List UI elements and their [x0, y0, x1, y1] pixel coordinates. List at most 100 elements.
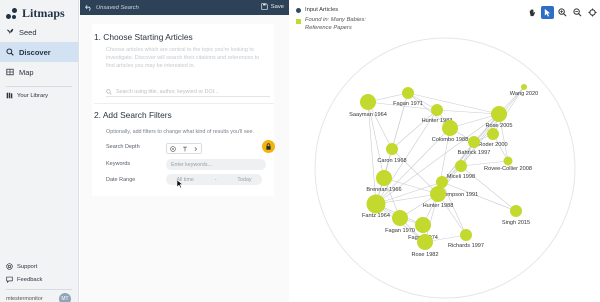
article-node-circle[interactable]: [510, 205, 522, 217]
article-node[interactable]: Rovee-Collier 2008: [484, 156, 532, 173]
keywords-input[interactable]: [166, 159, 266, 170]
article-node-circle[interactable]: [392, 210, 408, 226]
article-node-label: Richards 1997: [448, 243, 484, 249]
article-search-input[interactable]: [116, 88, 266, 95]
search-topbar: Unsaved Search Save: [80, 0, 289, 15]
recenter-button[interactable]: [586, 6, 599, 19]
article-node-circle[interactable]: [402, 87, 414, 99]
step2-title: 2. Add Search Filters: [94, 110, 172, 120]
section-divider: [94, 103, 274, 104]
article-node[interactable]: Wang 2020: [510, 84, 538, 97]
sidebar-item-support[interactable]: Support: [6, 263, 37, 270]
user-name: mtestermonitor: [6, 296, 43, 302]
input-article-dot-icon: [296, 7, 301, 13]
support-icon: [6, 263, 13, 270]
sidebar-divider: [6, 289, 72, 290]
article-node[interactable]: Fantz 1964: [362, 194, 390, 220]
article-node-circle[interactable]: [376, 170, 392, 186]
article-node-circle[interactable]: [442, 120, 458, 136]
article-node[interactable]: Richards 1997: [448, 229, 484, 249]
article-node[interactable]: Caron 1968: [377, 143, 407, 164]
select-tool-button[interactable]: [541, 6, 554, 19]
article-node-circle[interactable]: [430, 186, 446, 202]
brand-logo[interactable]: Litmaps: [6, 6, 65, 21]
article-node-label: Colombo 1988: [432, 137, 468, 143]
search-icon: [106, 88, 112, 95]
sidebar-item-feedback[interactable]: Feedback: [6, 276, 42, 283]
zoom-out-icon: [573, 8, 582, 17]
article-node-label: Hunter 1988: [423, 203, 454, 209]
save-button[interactable]: Save: [261, 3, 284, 10]
article-node[interactable]: Rose 2005: [485, 106, 513, 129]
nodes-layer: Wang 2020 Fagan 1971 Saayman 1964 Hunter 19…: [349, 84, 538, 258]
article-node-label: Fagan 1970: [385, 228, 415, 234]
article-node[interactable]: Miceli 1998: [447, 160, 475, 180]
sidebar-item-map[interactable]: Map: [0, 62, 78, 82]
legend: Input Articles Found in: Many Babies: Ref…: [296, 7, 366, 37]
article-search[interactable]: [106, 87, 270, 97]
sidebar-item-label: Discover: [19, 47, 51, 57]
sidebar: Litmaps Seed Discover Map Your Library S…: [0, 0, 79, 302]
search-panel: Unsaved Search Save 1. Choose Starting A…: [80, 0, 289, 302]
article-node-label: Rovee-Collier 2008: [484, 166, 532, 172]
discover-icon: [6, 48, 14, 56]
search-title[interactable]: Unsaved Search: [96, 5, 139, 11]
article-node-circle[interactable]: [366, 194, 386, 214]
seed-icon: [6, 28, 14, 36]
feedback-icon: [6, 276, 13, 283]
crosshair-icon: [588, 8, 597, 17]
hand-icon: [529, 9, 536, 17]
article-node[interactable]: Singh 2015: [502, 205, 530, 226]
article-node-label: Roder 2000: [478, 142, 507, 148]
article-node-circle[interactable]: [417, 234, 433, 250]
save-label: Save: [270, 3, 284, 10]
sidebar-item-label: Map: [19, 67, 34, 77]
article-node-label: Wang 2020: [510, 91, 538, 97]
search-card: 1. Choose Starting Articles Choose artic…: [92, 24, 275, 196]
article-node-circle[interactable]: [460, 229, 472, 241]
brand-name: Litmaps: [22, 6, 65, 20]
legend-found-in: Found in: Many Babies: Reference Papers: [296, 17, 366, 33]
library-icon: [6, 92, 13, 99]
undo-icon[interactable]: [85, 4, 92, 11]
article-node-circle[interactable]: [386, 143, 398, 155]
zoom-out-button[interactable]: [571, 6, 584, 19]
article-node-circle[interactable]: [521, 84, 527, 90]
article-node[interactable]: Fagan 1971: [393, 87, 423, 107]
pan-tool-button[interactable]: [526, 6, 539, 19]
mouse-cursor-icon: [177, 180, 183, 188]
article-node-circle[interactable]: [431, 104, 443, 116]
article-node-label: Caron 1968: [377, 158, 406, 164]
search-depth-selector[interactable]: [166, 143, 202, 154]
zoom-in-icon: [558, 8, 567, 17]
avatar[interactable]: MT: [59, 293, 71, 302]
date-to[interactable]: Today: [237, 177, 251, 183]
article-node-label: Saayman 1964: [349, 112, 387, 118]
article-node-circle[interactable]: [491, 106, 507, 122]
litmaps-logo-icon: [6, 7, 18, 20]
sidebar-item-seed[interactable]: Seed: [0, 22, 78, 42]
lock-icon: [266, 143, 271, 150]
citation-edge: [460, 165, 517, 212]
article-node-label: Fagan 1971: [393, 101, 423, 107]
article-node-circle[interactable]: [360, 94, 376, 110]
zoom-in-button[interactable]: [556, 6, 569, 19]
target-icon: [170, 145, 176, 152]
network-graph[interactable]: Wang 2020 Fagan 1971 Saayman 1964 Hunter 19…: [290, 0, 600, 302]
article-node-circle[interactable]: [503, 156, 513, 166]
article-node-label: Rose 1982: [411, 252, 438, 258]
pointer-icon: [544, 8, 551, 17]
premium-lock-button[interactable]: [262, 140, 275, 153]
article-node-circle[interactable]: [455, 160, 467, 172]
citation-map[interactable]: Wang 2020 Fagan 1971 Saayman 1964 Hunter 19…: [290, 0, 600, 302]
article-node-circle[interactable]: [487, 128, 499, 140]
sidebar-item-library[interactable]: Your Library: [6, 92, 48, 99]
keywords-label: Keywords: [106, 161, 131, 167]
found-in-swatch-icon: [296, 19, 301, 25]
article-node-circle[interactable]: [468, 136, 480, 148]
sidebar-item-discover[interactable]: Discover: [0, 42, 78, 62]
article-node[interactable]: Saayman 1964: [349, 94, 387, 118]
sidebar-item-label: Your Library: [17, 92, 49, 99]
article-node-circle[interactable]: [415, 217, 431, 233]
step2-description: Optionally, add filters to change what k…: [106, 129, 255, 135]
